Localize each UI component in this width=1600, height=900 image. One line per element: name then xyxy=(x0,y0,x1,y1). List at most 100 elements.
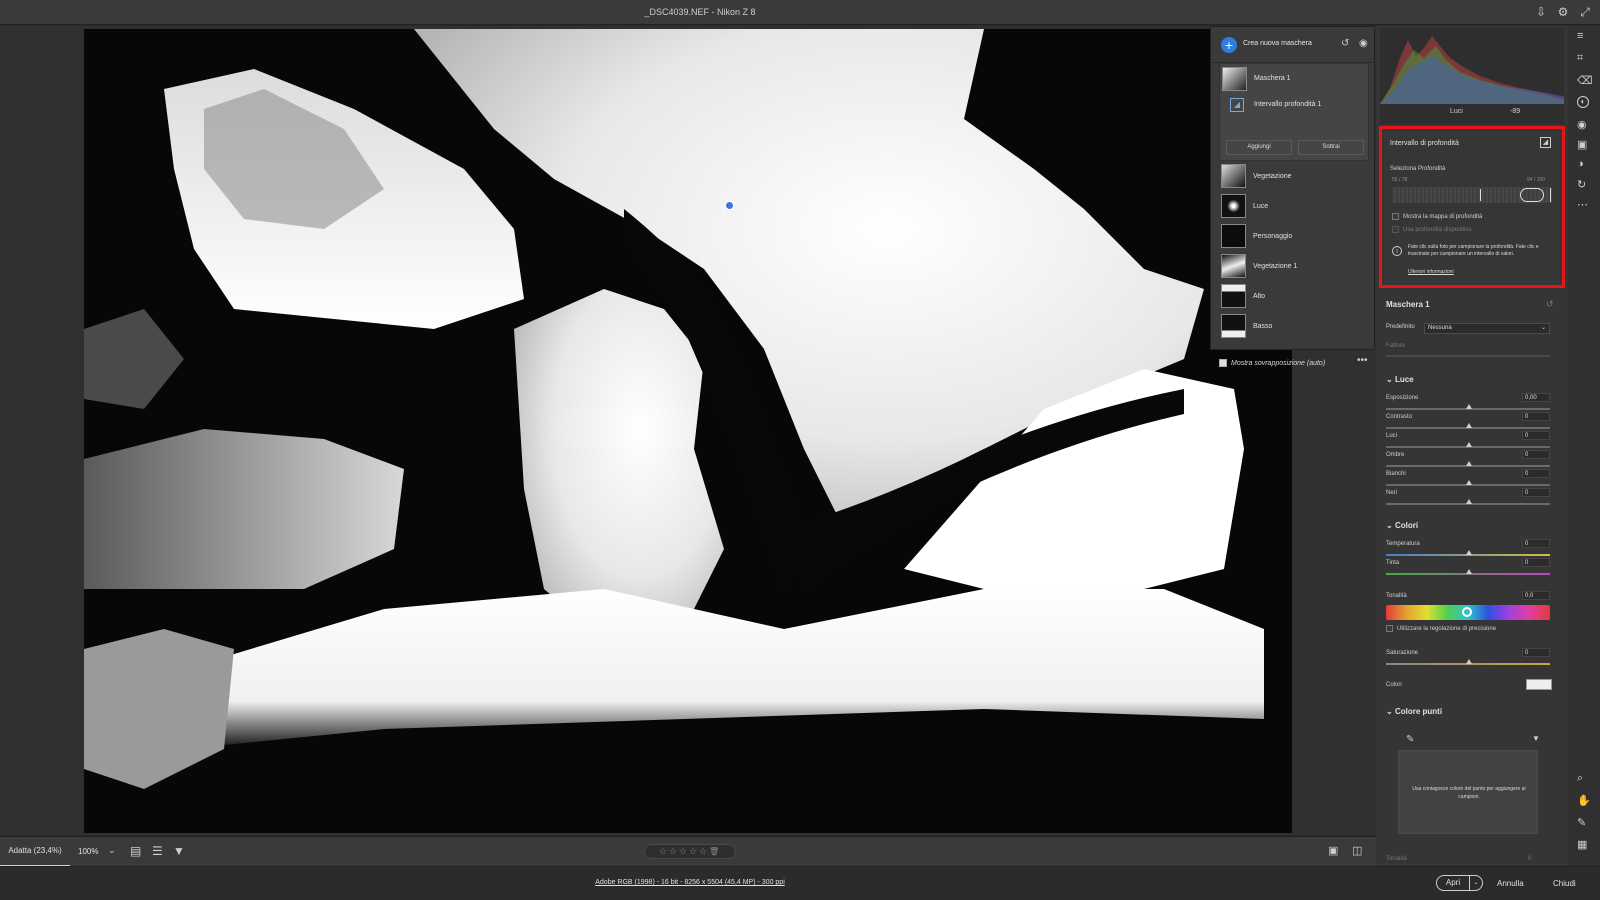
zoom-icon[interactable]: ⌕ xyxy=(1577,772,1583,785)
eye-icon[interactable]: ◉ xyxy=(1359,38,1368,49)
open-options-button[interactable]: ⌄ xyxy=(1469,875,1483,891)
redeye-icon[interactable]: ◉ xyxy=(1577,118,1587,131)
slider-value[interactable]: 0 xyxy=(1522,431,1550,440)
mask-item[interactable]: Alto xyxy=(1219,281,1369,311)
mask-reset-icon[interactable]: ↺ xyxy=(1546,299,1554,310)
slider-value[interactable]: 0 xyxy=(1522,558,1550,567)
fine-adjust-checkbox[interactable] xyxy=(1386,625,1393,632)
hue-slider[interactable] xyxy=(1386,605,1550,620)
rating-stars[interactable]: ☆☆☆☆☆ xyxy=(659,846,709,856)
layers-icon[interactable]: ▣ xyxy=(1577,138,1587,151)
preset-dropdown[interactable]: Nessuna ⌄ xyxy=(1424,323,1550,334)
device-depth-option[interactable]: Usa profondità dispositivo xyxy=(1392,226,1472,233)
presets-icon[interactable]: ◑ xyxy=(1577,158,1584,170)
hue-knob[interactable] xyxy=(1462,607,1472,617)
mask-item[interactable]: Luce xyxy=(1219,191,1369,221)
open-button[interactable]: Apri xyxy=(1436,875,1470,891)
masking-icon[interactable]: ◐ xyxy=(1577,96,1589,108)
add-button[interactable]: Aggiungi xyxy=(1226,140,1292,155)
depth-mask-preview[interactable] xyxy=(84,29,1292,833)
temperature-slider[interactable] xyxy=(1386,550,1550,556)
trash-icon[interactable]: 🗑 xyxy=(709,847,721,856)
saturation-value[interactable]: 0 xyxy=(1522,648,1550,657)
sort-icon[interactable]: ☰ xyxy=(152,844,163,858)
shadows-slider[interactable] xyxy=(1386,461,1550,467)
mask-item[interactable]: Personaggio xyxy=(1219,221,1369,251)
colors-section-title[interactable]: ⌄ Colori xyxy=(1386,521,1418,530)
contrast-slider[interactable] xyxy=(1386,423,1550,429)
exposure-slider[interactable] xyxy=(1386,404,1550,410)
slider-knob[interactable] xyxy=(1466,442,1472,447)
slider-knob[interactable] xyxy=(1466,461,1472,466)
depth-max-handle[interactable] xyxy=(1520,188,1544,202)
overlay-toggle[interactable]: Mostra sovrapposizione (auto) xyxy=(1219,359,1325,367)
slider-value[interactable]: 0 xyxy=(1522,412,1550,421)
save-icon[interactable]: ⇩ xyxy=(1534,5,1548,19)
crop-icon[interactable]: ⌗ xyxy=(1577,52,1583,65)
slider-knob[interactable] xyxy=(1466,480,1472,485)
reset-icon[interactable]: ↺ xyxy=(1341,38,1349,49)
slider-knob[interactable] xyxy=(1466,499,1472,504)
point-color-section-title[interactable]: ⌄ Colore punti xyxy=(1386,707,1442,716)
workflow-options-link[interactable]: Adobe RGB (1998) - 16 bit - 8256 x 5504 … xyxy=(0,879,1380,886)
slider-knob[interactable] xyxy=(1466,659,1472,664)
slider-knob[interactable] xyxy=(1466,423,1472,428)
slider-value[interactable]: 0 xyxy=(1522,450,1550,459)
whites-slider[interactable] xyxy=(1386,480,1550,486)
mask-item[interactable]: Basso xyxy=(1219,311,1369,341)
mask-component-depth[interactable]: ◢ Intervallo profondità 1 xyxy=(1220,92,1370,118)
caret-down-icon[interactable]: ▼ xyxy=(1532,734,1540,743)
more-info-link[interactable]: Ulteriori informazioni xyxy=(1408,269,1454,275)
color-swatch[interactable] xyxy=(1526,679,1552,690)
highlights-slider[interactable] xyxy=(1386,442,1550,448)
zoom-100-button[interactable]: 100% xyxy=(78,847,98,856)
sampler-icon[interactable]: ✎ xyxy=(1577,816,1586,829)
mask-item[interactable]: Vegetazione 1 xyxy=(1219,251,1369,281)
create-mask-button[interactable]: Crea nuova maschera xyxy=(1243,40,1312,47)
subtract-button[interactable]: Sottrai xyxy=(1298,140,1364,155)
saturation-slider[interactable] xyxy=(1386,659,1550,665)
eyedropper-icon[interactable]: ✎ xyxy=(1406,734,1414,745)
show-depth-map-option[interactable]: Mostra la mappa di profondità xyxy=(1392,213,1482,220)
fine-adjust-option[interactable]: Utilizzare la regolazione di precisione xyxy=(1386,625,1496,632)
filter-icon[interactable]: ▼ xyxy=(173,844,185,858)
filmstrip-icon[interactable]: ▤ xyxy=(130,844,141,858)
hue-value[interactable]: 0,0 xyxy=(1522,591,1550,600)
slider-knob[interactable] xyxy=(1466,550,1472,555)
slider-knob[interactable] xyxy=(1466,404,1472,409)
slider-value[interactable]: 0 xyxy=(1522,488,1550,497)
zoom-fit-button[interactable]: Adatta (23,4%) xyxy=(0,837,70,867)
expand-icon[interactable]: ⤢ xyxy=(1578,5,1592,19)
compare-view-icon[interactable]: ◫ xyxy=(1352,844,1362,857)
factor-slider[interactable] xyxy=(1386,355,1550,357)
create-mask-plus-icon[interactable]: + xyxy=(1221,37,1237,53)
slider-value[interactable]: 0 xyxy=(1522,469,1550,478)
edit-icon[interactable]: ≡ xyxy=(1577,30,1583,42)
close-button[interactable]: Chiudi xyxy=(1553,879,1576,888)
slider-value[interactable]: 0 xyxy=(1522,539,1550,548)
gear-icon[interactable]: ⚙ xyxy=(1556,5,1570,19)
history-icon[interactable]: ↻ xyxy=(1577,178,1586,191)
tint-slider[interactable] xyxy=(1386,569,1550,575)
depth-range-icon[interactable]: ◢ xyxy=(1540,137,1551,148)
mask-item-maschera1[interactable]: Maschera 1 xyxy=(1220,66,1370,92)
blacks-slider[interactable] xyxy=(1386,499,1550,505)
single-view-icon[interactable]: ▣ xyxy=(1328,844,1338,857)
more-options-icon[interactable]: ••• xyxy=(1357,355,1368,366)
depth-min-handle[interactable] xyxy=(1480,189,1481,201)
light-section-title[interactable]: ⌄ Luce xyxy=(1386,375,1414,384)
overlay-checkbox[interactable] xyxy=(1219,359,1227,367)
depth-range-slider[interactable] xyxy=(1392,187,1552,203)
more-tools-icon[interactable]: ⋯ xyxy=(1577,198,1588,211)
star-rating[interactable]: ☆☆☆☆☆🗑 xyxy=(644,844,736,859)
slider-knob[interactable] xyxy=(1466,569,1472,574)
sample-pin-icon[interactable] xyxy=(725,201,734,210)
grid-icon[interactable]: ▦ xyxy=(1577,838,1587,851)
chevron-down-icon[interactable]: ⌄ xyxy=(108,845,116,856)
eraser-icon[interactable]: ⌫ xyxy=(1577,74,1593,87)
device-depth-checkbox[interactable] xyxy=(1392,226,1399,233)
mask-item[interactable]: Vegetazione xyxy=(1219,161,1369,191)
cancel-button[interactable]: Annulla xyxy=(1497,879,1524,888)
show-depth-map-checkbox[interactable] xyxy=(1392,213,1399,220)
slider-value[interactable]: 0,00 xyxy=(1522,393,1550,402)
